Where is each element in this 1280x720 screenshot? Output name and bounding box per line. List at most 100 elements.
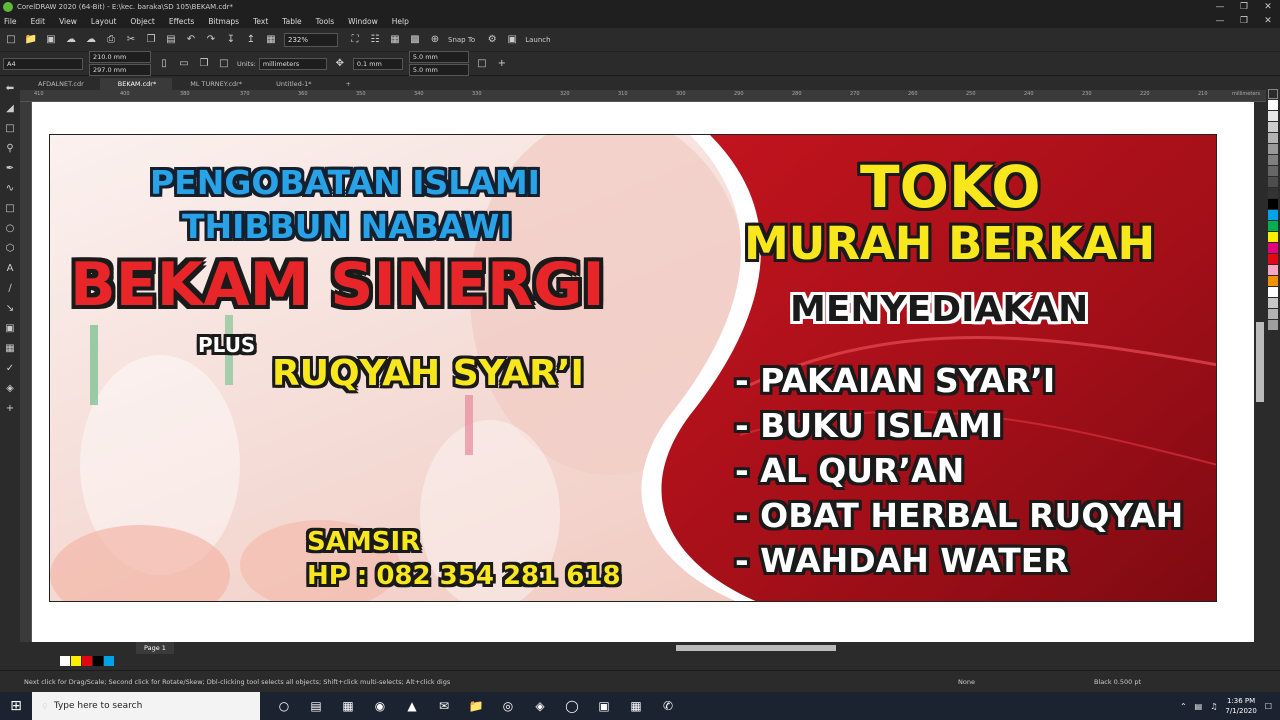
cloud-download-icon[interactable]: ☁ [84,33,98,47]
palette-swatch[interactable] [1268,210,1278,220]
transparency-icon[interactable]: ▦ [3,342,17,356]
landscape-icon[interactable]: ▭ [177,57,191,71]
horizontal-scrollbar[interactable] [620,644,1260,652]
palette-swatch[interactable] [1268,144,1278,154]
palette-swatch[interactable] [1268,100,1278,110]
bekam-banner-artwork[interactable]: PENGOBATAN ISLAMI THIBBUN NABAWI BEKAM S… [49,134,1217,602]
open-folder-icon[interactable]: 📁 [24,33,38,47]
cut-icon[interactable]: ✂ [124,33,138,47]
cloud-upload-icon[interactable]: ☁ [64,33,78,47]
doc-restore-button[interactable]: ❐ [1232,14,1256,28]
new-document-icon[interactable]: □ [4,33,18,47]
page-tab[interactable]: Page 1 [136,642,174,654]
redo-icon[interactable]: ↷ [204,33,218,47]
minimize-button[interactable]: — [1208,0,1232,14]
cortana-icon[interactable]: ○ [268,692,300,720]
palette-swatch[interactable] [1268,287,1278,297]
mail-icon[interactable]: ✉ [428,692,460,720]
duplicate-y-field[interactable]: 5.0 mm [408,64,469,76]
outline-indicator[interactable]: Black 0.500 pt [1094,678,1141,686]
close-button[interactable]: ✕ [1256,0,1280,14]
palette-swatch[interactable] [1268,111,1278,121]
drop-shadow-icon[interactable]: ▣ [3,322,17,336]
palette-swatch[interactable] [1268,155,1278,165]
copy-icon[interactable]: ❐ [144,33,158,47]
zoom-level-field[interactable]: 232% [284,32,338,47]
text-tool-icon[interactable]: A [3,262,17,276]
menu-effects[interactable]: Effects [169,17,195,26]
tab-ml-turney[interactable]: ML TURNEY.cdr* [172,78,259,90]
doc-swatch[interactable] [71,656,81,666]
page-size-dropdown[interactable]: A4 [3,57,83,70]
duplicate-x-field[interactable]: 5.0 mm [408,51,469,63]
add-tool-icon[interactable]: + [3,402,17,416]
doc-close-button[interactable]: ✕ [1256,14,1280,28]
interactive-fill-icon[interactable]: ◈ [3,382,17,396]
pick-tool-icon[interactable]: ⬅ [3,82,17,96]
rectangle-tool-icon[interactable]: □ [3,202,17,216]
palette-swatch[interactable] [1268,320,1278,330]
doc-swatch[interactable] [104,656,114,666]
network-tray-icon[interactable]: ▤ [1195,702,1203,711]
vertical-scrollbar[interactable] [1254,102,1266,642]
tab-bekam[interactable]: BEKAM.cdr* [99,78,173,90]
menu-window[interactable]: Window [348,17,378,26]
opera-icon[interactable]: ◯ [556,692,588,720]
palette-swatch[interactable] [1268,133,1278,143]
page-height-field[interactable]: 297.0 mm [89,64,151,76]
parallel-dimension-icon[interactable]: ∕ [3,282,17,296]
fill-indicator[interactable]: None [958,678,975,686]
palette-swatch[interactable] [1268,265,1278,275]
palette-swatch[interactable] [1268,122,1278,132]
crop-tool-icon[interactable]: □ [3,122,17,136]
clock[interactable]: 1:36 PM 7/1/2020 [1225,696,1256,716]
doc-swatch[interactable] [93,656,103,666]
drawing-canvas[interactable]: PENGOBATAN ISLAMI THIBBUN NABAWI BEKAM S… [32,102,1254,642]
acrobat-icon[interactable]: ▲ [396,692,428,720]
page-width-field[interactable]: 210.0 mm [89,51,151,63]
chrome-icon[interactable]: ◎ [492,692,524,720]
ellipse-tool-icon[interactable]: ○ [3,222,17,236]
palette-swatch[interactable] [1268,243,1278,253]
snap-to-dropdown[interactable]: Snap To [448,36,475,44]
volume-icon[interactable]: ♫ [1210,702,1217,711]
palette-swatch[interactable] [1268,177,1278,187]
vertical-scroll-thumb[interactable] [1256,322,1264,402]
palette-swatch[interactable] [1268,166,1278,176]
menu-bitmaps[interactable]: Bitmaps [208,17,239,26]
doc-swatch[interactable] [82,656,92,666]
shape-tool-icon[interactable]: ◢ [3,102,17,116]
palette-swatch[interactable] [1268,188,1278,198]
menu-edit[interactable]: Edit [31,17,46,26]
notification-icon[interactable]: ☐ [1265,702,1272,711]
polygon-tool-icon[interactable]: ⬡ [3,242,17,256]
connector-tool-icon[interactable]: ↘ [3,302,17,316]
restore-button[interactable]: ❐ [1232,0,1256,14]
page-frame-icon[interactable]: □ [475,57,489,71]
menu-layout[interactable]: Layout [91,17,117,26]
coreldraw-taskbar-icon[interactable]: ◈ [524,692,556,720]
menu-object[interactable]: Object [130,17,154,26]
eyedropper-icon[interactable]: ✓ [3,362,17,376]
new-tab-button[interactable]: + [327,78,367,90]
menu-help[interactable]: Help [392,17,409,26]
freehand-tool-icon[interactable]: ✒ [3,162,17,176]
full-screen-icon[interactable]: ⛶ [348,33,362,47]
export-icon[interactable]: ↥ [244,33,258,47]
print-icon[interactable]: ⎙ [104,33,118,47]
windows-start-icon[interactable]: ⊞ [0,692,32,720]
horizontal-ruler[interactable]: 410 400 380 370 360 350 340 330 320 310 … [20,90,1270,102]
edge-icon[interactable]: ◉ [364,692,396,720]
zoom-tool-icon[interactable]: ⚲ [3,142,17,156]
show-grid-icon[interactable]: ▦ [388,33,402,47]
show-rulers-icon[interactable]: ☷ [368,33,382,47]
undo-icon[interactable]: ↶ [184,33,198,47]
show-guides-icon[interactable]: ▩ [408,33,422,47]
horizontal-scroll-thumb[interactable] [676,645,836,651]
no-color-swatch[interactable] [1268,89,1278,99]
import-icon[interactable]: ↧ [224,33,238,47]
pdf-icon[interactable]: ▦ [264,33,278,47]
doc-swatch[interactable] [60,656,70,666]
whatsapp-icon[interactable]: ✆ [652,692,684,720]
portrait-icon[interactable]: ▯ [157,57,171,71]
